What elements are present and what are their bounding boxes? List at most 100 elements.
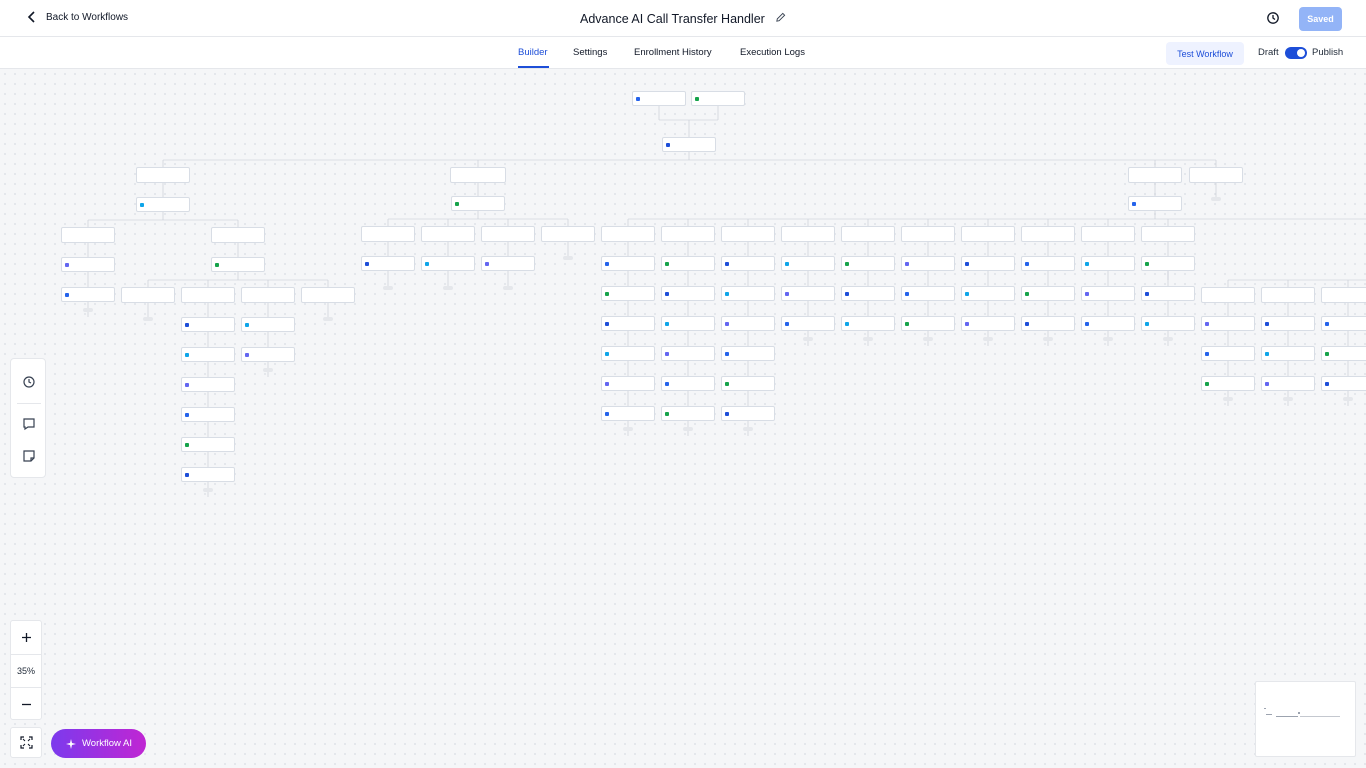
workflow-action-node[interactable]: [632, 91, 686, 106]
back-to-workflows-link[interactable]: Back to Workflows: [26, 11, 128, 23]
workflow-action-node[interactable]: [1201, 346, 1255, 361]
workflow-action-node[interactable]: [1141, 286, 1195, 301]
workflow-branch-node[interactable]: [841, 226, 895, 242]
publish-toggle[interactable]: [1285, 47, 1307, 59]
workflow-action-node[interactable]: [1321, 346, 1366, 361]
zoom-in-button[interactable]: [11, 621, 41, 653]
workflow-action-node[interactable]: [211, 257, 265, 272]
workflow-action-node[interactable]: [961, 256, 1015, 271]
workflow-action-node[interactable]: [661, 376, 715, 391]
workflow-branch-node[interactable]: [1201, 287, 1255, 303]
workflow-action-node[interactable]: [721, 286, 775, 301]
workflow-action-node[interactable]: [1201, 376, 1255, 391]
workflow-branch-node[interactable]: [541, 226, 595, 242]
workflow-action-node[interactable]: [181, 467, 235, 482]
edit-pencil-icon[interactable]: [775, 10, 786, 28]
sticky-note-icon[interactable]: [22, 449, 36, 463]
workflow-action-node[interactable]: [661, 346, 715, 361]
workflow-action-node[interactable]: [1128, 196, 1182, 211]
workflow-action-node[interactable]: [421, 256, 475, 271]
workflow-action-node[interactable]: [901, 256, 955, 271]
workflow-action-node[interactable]: [841, 316, 895, 331]
workflow-action-node[interactable]: [901, 286, 955, 301]
workflow-branch-node[interactable]: [481, 226, 535, 242]
tab-builder[interactable]: Builder: [518, 47, 548, 58]
workflow-action-node[interactable]: [781, 286, 835, 301]
workflow-action-node[interactable]: [61, 287, 115, 302]
workflow-action-node[interactable]: [1321, 316, 1366, 331]
workflow-action-node[interactable]: [241, 317, 295, 332]
workflow-branch-node[interactable]: [1189, 167, 1243, 183]
workflow-branch-node[interactable]: [1128, 167, 1182, 183]
workflow-action-node[interactable]: [601, 286, 655, 301]
workflow-action-node[interactable]: [721, 256, 775, 271]
workflow-action-node[interactable]: [841, 286, 895, 301]
comment-icon[interactable]: [22, 417, 36, 431]
workflow-action-node[interactable]: [1081, 316, 1135, 331]
workflow-action-node[interactable]: [721, 376, 775, 391]
tab-enrollment-history[interactable]: Enrollment History: [634, 47, 712, 58]
workflow-action-node[interactable]: [601, 346, 655, 361]
history-icon[interactable]: [1266, 11, 1280, 25]
workflow-action-node[interactable]: [181, 347, 235, 362]
workflow-action-node[interactable]: [451, 196, 505, 211]
workflow-action-node[interactable]: [1201, 316, 1255, 331]
workflow-action-node[interactable]: [481, 256, 535, 271]
workflow-action-node[interactable]: [1021, 286, 1075, 301]
workflow-action-node[interactable]: [1081, 256, 1135, 271]
workflow-action-node[interactable]: [1021, 316, 1075, 331]
workflow-action-node[interactable]: [691, 91, 745, 106]
history-icon[interactable]: [22, 375, 36, 389]
workflow-branch-node[interactable]: [1081, 226, 1135, 242]
workflow-branch-node[interactable]: [1321, 287, 1366, 303]
minimap[interactable]: [1255, 681, 1356, 757]
workflow-branch-node[interactable]: [661, 226, 715, 242]
workflow-action-node[interactable]: [721, 346, 775, 361]
workflow-branch-node[interactable]: [136, 167, 190, 183]
workflow-action-node[interactable]: [961, 286, 1015, 301]
workflow-action-node[interactable]: [781, 316, 835, 331]
test-workflow-button[interactable]: Test Workflow: [1166, 42, 1244, 65]
workflow-action-node[interactable]: [662, 137, 716, 152]
workflow-branch-node[interactable]: [901, 226, 955, 242]
workflow-action-node[interactable]: [721, 406, 775, 421]
workflow-action-node[interactable]: [601, 256, 655, 271]
workflow-branch-node[interactable]: [241, 287, 295, 303]
workflow-action-node[interactable]: [1261, 376, 1315, 391]
workflow-action-node[interactable]: [721, 316, 775, 331]
workflow-action-node[interactable]: [181, 437, 235, 452]
workflow-action-node[interactable]: [181, 317, 235, 332]
workflow-action-node[interactable]: [61, 257, 115, 272]
workflow-branch-node[interactable]: [121, 287, 175, 303]
workflow-title[interactable]: Advance AI Call Transfer Handler: [580, 12, 765, 26]
workflow-action-node[interactable]: [1261, 316, 1315, 331]
workflow-action-node[interactable]: [1081, 286, 1135, 301]
workflow-action-node[interactable]: [901, 316, 955, 331]
workflow-action-node[interactable]: [181, 377, 235, 392]
workflow-branch-node[interactable]: [450, 167, 506, 183]
workflow-action-node[interactable]: [661, 316, 715, 331]
workflow-branch-node[interactable]: [181, 287, 235, 303]
zoom-out-button[interactable]: [11, 688, 41, 720]
workflow-branch-node[interactable]: [421, 226, 475, 242]
workflow-action-node[interactable]: [1141, 256, 1195, 271]
workflow-branch-node[interactable]: [1021, 226, 1075, 242]
tab-settings[interactable]: Settings: [573, 47, 607, 58]
workflow-ai-button[interactable]: Workflow AI: [51, 729, 146, 758]
workflow-action-node[interactable]: [841, 256, 895, 271]
workflow-branch-node[interactable]: [211, 227, 265, 243]
tab-execution-logs[interactable]: Execution Logs: [740, 47, 805, 58]
workflow-action-node[interactable]: [241, 347, 295, 362]
workflow-branch-node[interactable]: [721, 226, 775, 242]
workflow-action-node[interactable]: [1021, 256, 1075, 271]
workflow-action-node[interactable]: [781, 256, 835, 271]
workflow-branch-node[interactable]: [601, 226, 655, 242]
workflow-action-node[interactable]: [961, 316, 1015, 331]
workflow-action-node[interactable]: [1141, 316, 1195, 331]
workflow-action-node[interactable]: [361, 256, 415, 271]
workflow-action-node[interactable]: [1261, 346, 1315, 361]
workflow-canvas[interactable]: [0, 69, 1366, 768]
workflow-action-node[interactable]: [601, 316, 655, 331]
workflow-action-node[interactable]: [181, 407, 235, 422]
workflow-branch-node[interactable]: [301, 287, 355, 303]
